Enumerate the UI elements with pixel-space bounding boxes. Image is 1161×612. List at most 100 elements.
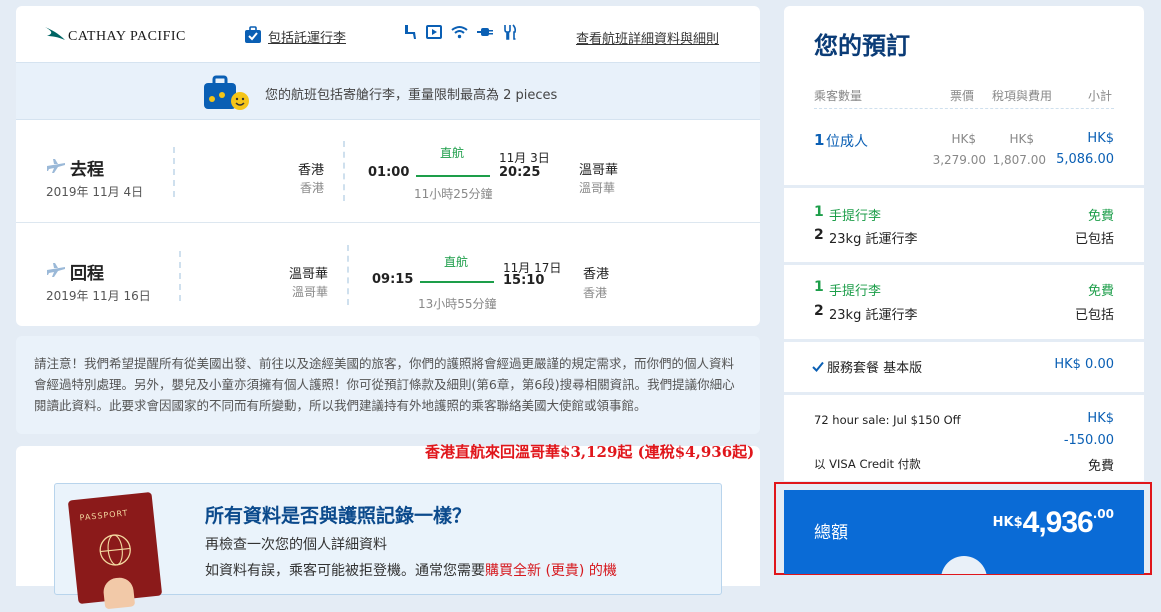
checked-price: 已包括	[1074, 232, 1114, 247]
visa-payment-price: 免費	[1087, 459, 1114, 474]
outbound-arr-date: 11月 3日	[499, 151, 550, 165]
outbound-flight-line	[416, 175, 490, 177]
cathay-logo: CATHAY PACIFIC	[44, 23, 186, 45]
inbound-duration: 13小時55分鐘	[418, 297, 497, 311]
buy-new-ticket-link[interactable]: 購買全新 (更貴) 的機	[485, 563, 617, 579]
outbound-direct: 直航	[440, 146, 465, 160]
divider	[173, 147, 175, 197]
outbound-to-city: 溫哥華	[579, 163, 619, 178]
passport-check-inner: PASSPORT 所有資料是否與護照記錄一樣？ 再檢查一次您的個人詳細資料 如資…	[54, 483, 722, 610]
inbound-to-airport: 香港	[583, 286, 608, 300]
scroll-bubble[interactable]	[941, 556, 987, 574]
total-amount: HK$4,936.00	[993, 506, 1114, 540]
inbound-dep-time: 09:15	[372, 272, 414, 287]
baggage-included-link[interactable]: 包括託運行李	[244, 23, 346, 46]
baggage-outbound-section: 1 手提行李 免費 2 23kg 託運行李 已包括	[784, 188, 1144, 262]
flight-card: CATHAY PACIFIC 包括託運行李 查看航班詳細資料與細則 您的航班包括…	[16, 6, 760, 326]
inbound-from-city: 溫哥華	[288, 267, 328, 282]
discount-amount: -150.00	[1063, 433, 1114, 448]
screen-icon	[426, 25, 442, 39]
visa-payment-label: 以 VISA Credit 付款	[814, 457, 921, 471]
divider	[179, 251, 181, 301]
wifi-icon	[451, 26, 468, 39]
outbound-date: 2019年 11月 4日	[46, 185, 144, 199]
divider	[343, 141, 345, 201]
adult-subtotal-currency: HK$	[1087, 131, 1114, 146]
adult-subtotal: 5,086.00	[1056, 152, 1114, 167]
us-passport-notice: 請注意！我們希望提醒所有從美國出發、前往以及途經美國的旅客，你們的護照將會經過更…	[16, 336, 760, 434]
outbound-to-airport: 溫哥華	[579, 181, 616, 195]
passport-check-card: PASSPORT 所有資料是否與護照記錄一樣？ 再檢查一次您的個人詳細資料 如資…	[16, 446, 760, 610]
flight-details-link[interactable]: 查看航班詳細資料與細則	[576, 28, 719, 47]
amenity-icons	[402, 24, 517, 40]
service-package-section: 服務套餐 基本版 HK$ 0.00	[784, 342, 1144, 392]
outbound-from-airport: 香港	[299, 181, 324, 195]
checked-price: 已包括	[1074, 308, 1114, 323]
suitcase-check-icon	[245, 25, 261, 43]
discount-label: 72 hour sale: Jul $150 Off	[814, 413, 961, 427]
total-cents: .00	[1092, 507, 1114, 521]
checked-count: 2	[814, 303, 824, 319]
inbound-date: 2019年 11月 16日	[46, 289, 151, 303]
seat-icon	[405, 25, 416, 39]
passport-check-line1: 再檢查一次您的個人詳細資料	[205, 537, 387, 553]
cathay-brushwing-icon	[45, 27, 65, 40]
outbound-from-city: 香港	[297, 163, 324, 178]
baggage-banner-text: 您的航班包括寄艙行李，重量限制最高為 2 pieces	[265, 88, 558, 103]
hand-shape	[102, 576, 136, 610]
header-taxes: 稅項與費用	[992, 89, 1053, 103]
adult-tax-currency: HK$	[1009, 132, 1034, 146]
total-value: 4,936	[1022, 506, 1094, 539]
checkmark-icon	[812, 361, 824, 372]
header-passengers: 乘客數量	[814, 89, 863, 103]
summary-title: 您的預訂	[814, 32, 910, 60]
line2-prefix: 如資料有誤，乘客可能被拒登機。通常您需要	[205, 563, 485, 579]
inbound-label: 回程	[70, 264, 104, 284]
outbound-dep-time: 01:00	[368, 165, 410, 180]
adult-tax: 1,807.00	[992, 153, 1046, 167]
globe-icon	[99, 534, 131, 566]
baggage-included-label[interactable]: 包括託運行李	[268, 27, 346, 46]
passport-word: PASSPORT	[79, 508, 129, 523]
header-underline	[814, 108, 1114, 109]
inbound-arr-time: 15:10	[503, 273, 545, 288]
total-currency: HK$	[992, 515, 1023, 530]
checked-count: 2	[814, 227, 824, 243]
carry-on-count: 1	[814, 279, 824, 295]
checked-label: 23kg 託運行李	[829, 232, 918, 247]
inbound-row: 回程 2019年 11月 16日 溫哥華 溫哥華 09:15 直航 11月 17…	[16, 223, 760, 326]
inbound-flight-line	[420, 281, 494, 283]
divider	[347, 245, 349, 305]
flight-card-header: CATHAY PACIFIC 包括託運行李 查看航班詳細資料與細則	[16, 6, 760, 62]
passport-check-line2: 如資料有誤，乘客可能被拒登機。通常您需要購買全新 (更貴) 的機	[205, 560, 617, 580]
baggage-banner: 您的航班包括寄艙行李，重量限制最高為 2 pieces	[16, 62, 760, 120]
notice-text: 請注意！我們希望提醒所有從美國出發、前往以及途經美國的旅客，你們的護照將會經過更…	[34, 356, 735, 413]
total-bar: 總額 HK$4,936.00	[784, 490, 1144, 574]
service-package-price: HK$ 0.00	[1054, 357, 1114, 372]
header-subtotal: 小計	[1088, 89, 1113, 103]
plane-arrival-icon	[47, 263, 65, 277]
power-icon	[477, 28, 493, 36]
carry-on-label: 手提行李	[829, 284, 882, 299]
carry-on-count: 1	[814, 204, 824, 220]
baggage-inbound-section: 1 手提行李 免費 2 23kg 託運行李 已包括	[784, 265, 1144, 339]
inbound-direct: 直航	[444, 255, 469, 269]
promo-text: 香港直航來回溫哥華$3,129起 (連稅$4,936起)	[425, 443, 755, 461]
service-package-label: 服務套餐 基本版	[827, 361, 923, 376]
discount-currency: HK$	[1087, 411, 1114, 426]
total-label: 總額	[814, 523, 848, 543]
inbound-to-city: 香港	[583, 267, 610, 282]
passport-illustration: PASSPORT	[67, 491, 163, 610]
baggage-smile-icon	[204, 75, 249, 110]
meal-icon	[504, 24, 517, 40]
adult-count: 1	[814, 131, 825, 149]
outbound-duration: 11小時25分鐘	[414, 187, 493, 201]
inbound-from-airport: 溫哥華	[291, 285, 328, 299]
outbound-arr-time: 20:25	[499, 165, 541, 180]
outbound-label: 去程	[70, 160, 104, 180]
logo-text: CATHAY PACIFIC	[68, 29, 186, 44]
carry-on-price: 免費	[1087, 209, 1114, 224]
adult-fare: 3,279.00	[932, 153, 986, 167]
checked-label: 23kg 託運行李	[829, 308, 918, 323]
outbound-row: 去程 2019年 11月 4日 香港 香港 01:00 直航 11月 3日 20…	[16, 119, 760, 223]
